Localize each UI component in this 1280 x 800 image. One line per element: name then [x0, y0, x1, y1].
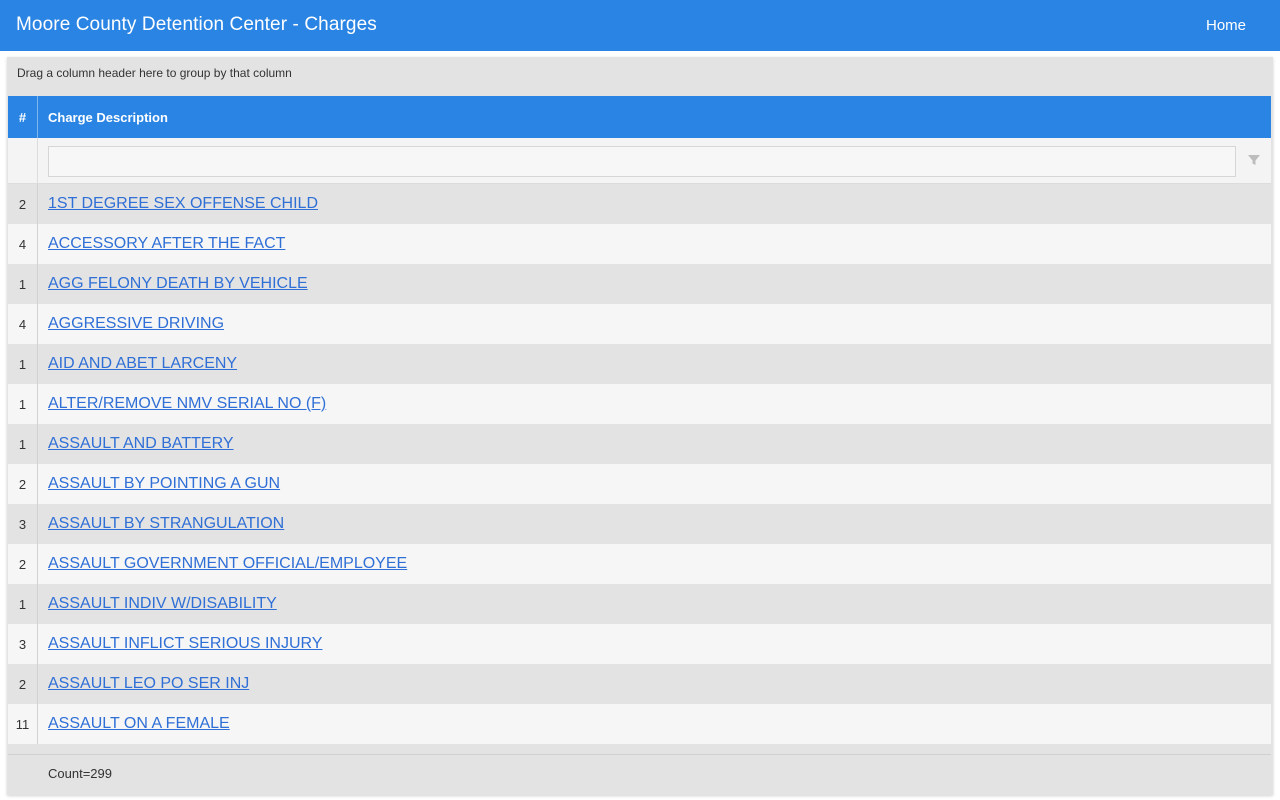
- charge-count-cell: 1: [8, 584, 38, 624]
- charge-link[interactable]: ALTER/REMOVE NMV SERIAL NO (F): [48, 395, 326, 413]
- charge-description-cell: ASSAULT BY POINTING A GUN: [48, 464, 280, 504]
- table-row[interactable]: 1 ALTER/REMOVE NMV SERIAL NO (F): [8, 384, 1271, 424]
- charge-count-cell: 1: [8, 344, 38, 384]
- charge-description-filter-input[interactable]: [48, 146, 1236, 177]
- group-panel[interactable]: Drag a column header here to group by th…: [7, 57, 1273, 95]
- table-row[interactable]: 2 ASSAULT LEO PO SER INJ: [8, 664, 1271, 704]
- charge-link[interactable]: AGGRESSIVE DRIVING: [48, 315, 224, 333]
- charge-description-cell: ACCESSORY AFTER THE FACT: [48, 224, 285, 264]
- charge-description-cell: ASSAULT INFLICT SERIOUS INJURY: [48, 624, 322, 664]
- charge-link[interactable]: ASSAULT AND BATTERY: [48, 435, 234, 453]
- charge-description-cell: ASSAULT ON A FEMALE: [48, 704, 230, 744]
- charge-link[interactable]: AGG FELONY DEATH BY VEHICLE: [48, 275, 308, 293]
- table-row[interactable]: 2 ASSAULT BY POINTING A GUN: [8, 464, 1271, 504]
- charge-description-cell: ASSAULT BY STRANGULATION: [48, 504, 284, 544]
- column-header-charge-description[interactable]: Charge Description: [48, 96, 168, 138]
- table-row[interactable]: 1 AGG FELONY DEATH BY VEHICLE: [8, 264, 1271, 304]
- table-row[interactable]: 3 ASSAULT INFLICT SERIOUS INJURY: [8, 624, 1271, 664]
- charge-link[interactable]: ASSAULT INFLICT SERIOUS INJURY: [48, 635, 322, 653]
- charge-link[interactable]: ASSAULT GOVERNMENT OFFICIAL/EMPLOYEE: [48, 555, 407, 573]
- total-count: Count=299: [48, 766, 112, 781]
- charge-count-cell: 3: [8, 624, 38, 664]
- page-title[interactable]: Moore County Detention Center - Charges: [16, 14, 377, 36]
- charge-count-cell: 4: [8, 224, 38, 264]
- table-row[interactable]: 11 ASSAULT ON A FEMALE: [8, 704, 1271, 744]
- charge-link[interactable]: ASSAULT ON A FEMALE: [48, 715, 230, 733]
- charge-description-cell: AID AND ABET LARCENY: [48, 344, 237, 384]
- charge-count-cell: 2: [8, 664, 38, 704]
- table-row[interactable]: 4 AGGRESSIVE DRIVING: [8, 304, 1271, 344]
- grid-rows: 2 1ST DEGREE SEX OFFENSE CHILD 4 ACCESSORY …: [8, 184, 1271, 744]
- charge-count-cell: 2: [8, 184, 38, 224]
- charge-description-cell: ASSAULT LEO PO SER INJ: [48, 664, 249, 704]
- charge-description-cell: ALTER/REMOVE NMV SERIAL NO (F): [48, 384, 326, 424]
- table-row[interactable]: 1 AID AND ABET LARCENY: [8, 344, 1271, 384]
- charge-count-cell: 2: [8, 544, 38, 584]
- charge-description-cell: AGG FELONY DEATH BY VEHICLE: [48, 264, 308, 304]
- charge-count-cell: 3: [8, 504, 38, 544]
- grid-footer: Count=299: [8, 754, 1271, 795]
- charge-count-cell: 2: [8, 464, 38, 504]
- table-row[interactable]: 1 ASSAULT AND BATTERY: [8, 424, 1271, 464]
- table-row[interactable]: 1 ASSAULT INDIV W/DISABILITY: [8, 584, 1271, 624]
- charge-link[interactable]: ASSAULT BY POINTING A GUN: [48, 475, 280, 493]
- table-row[interactable]: 2 ASSAULT GOVERNMENT OFFICIAL/EMPLOYEE: [8, 544, 1271, 584]
- charge-description-cell: ASSAULT GOVERNMENT OFFICIAL/EMPLOYEE: [48, 544, 407, 584]
- charge-description-cell: 1ST DEGREE SEX OFFENSE CHILD: [48, 184, 318, 224]
- charges-grid: Drag a column header here to group by th…: [7, 57, 1273, 795]
- grid-header-row: # Charge Description: [8, 96, 1271, 138]
- charge-count-cell: 4: [8, 304, 38, 344]
- group-panel-hint: Drag a column header here to group by th…: [17, 66, 292, 80]
- charge-count-cell: 1: [8, 424, 38, 464]
- filter-icon[interactable]: [1246, 152, 1262, 168]
- charge-link[interactable]: ACCESSORY AFTER THE FACT: [48, 235, 285, 253]
- charge-description-cell: ASSAULT AND BATTERY: [48, 424, 234, 464]
- table-row[interactable]: 4 ACCESSORY AFTER THE FACT: [8, 224, 1271, 264]
- top-navbar: Moore County Detention Center - Charges …: [0, 0, 1280, 51]
- charge-link[interactable]: AID AND ABET LARCENY: [48, 355, 237, 373]
- charge-description-cell: ASSAULT INDIV W/DISABILITY: [48, 584, 277, 624]
- column-header-number[interactable]: #: [8, 96, 38, 138]
- table-row[interactable]: 3 ASSAULT BY STRANGULATION: [8, 504, 1271, 544]
- home-link[interactable]: Home: [1206, 17, 1246, 34]
- charge-count-cell: 1: [8, 264, 38, 304]
- filter-row: [8, 138, 1271, 184]
- charge-link[interactable]: ASSAULT BY STRANGULATION: [48, 515, 284, 533]
- charge-link[interactable]: 1ST DEGREE SEX OFFENSE CHILD: [48, 195, 318, 213]
- charge-count-cell: 1: [8, 384, 38, 424]
- charge-link[interactable]: ASSAULT INDIV W/DISABILITY: [48, 595, 277, 613]
- charge-count-cell: 11: [8, 704, 38, 744]
- filter-number-cell: [8, 138, 38, 183]
- table-row[interactable]: 2 1ST DEGREE SEX OFFENSE CHILD: [8, 184, 1271, 224]
- charge-description-cell: AGGRESSIVE DRIVING: [48, 304, 224, 344]
- charge-link[interactable]: ASSAULT LEO PO SER INJ: [48, 675, 249, 693]
